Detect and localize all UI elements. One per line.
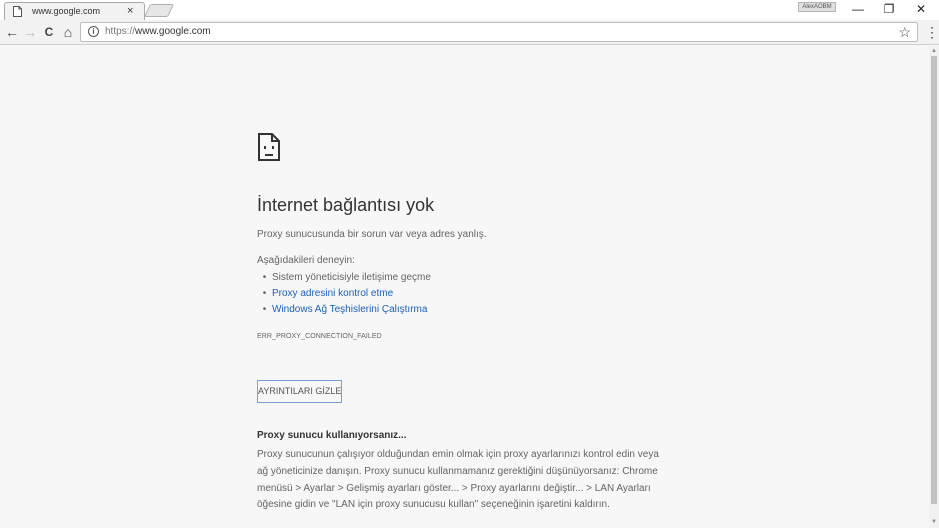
bullet: • <box>262 304 267 315</box>
sad-page-icon <box>258 133 280 161</box>
forward-icon[interactable]: → <box>21 23 39 41</box>
scroll-up-icon[interactable]: ▲ <box>931 48 937 54</box>
back-icon[interactable]: ← <box>3 23 21 41</box>
error-page: İnternet bağlantısı yok Proxy sunucusund… <box>0 46 929 528</box>
bullet: • <box>262 272 267 283</box>
scrollbar[interactable]: ▲ ▼ <box>929 46 939 528</box>
profile-button[interactable]: AlexAOBM <box>798 2 836 12</box>
title-bar: www.google.com × AlexAOBM — ❐ ✕ <box>0 0 939 20</box>
url-host: www.google.com <box>135 26 211 37</box>
bookmark-star-icon[interactable]: ☆ <box>898 23 911 41</box>
tab-title: www.google.com <box>32 6 101 16</box>
bullet: • <box>262 288 267 299</box>
suggestion-contact-admin: Sistem yöneticisiyle iletişime geçme <box>272 272 431 283</box>
url-scheme: https:// <box>105 26 136 37</box>
list-item: • Sistem yöneticisiyle iletişime geçme <box>257 272 431 283</box>
proxy-help-text: öğesine gidin ve "LAN için proxy sunucus… <box>257 499 610 510</box>
error-code: ERR_PROXY_CONNECTION_FAILED <box>257 333 382 340</box>
network-diagnostics-link[interactable]: Windows Ağ Teşhislerini Çalıştırma <box>272 304 427 315</box>
proxy-help-text: ağ yöneticinize danışın. Proxy sunucu ku… <box>257 466 658 477</box>
restore-icon[interactable]: ❐ <box>874 0 904 18</box>
site-info-icon[interactable]: i <box>88 26 99 37</box>
toolbar: ← → C ⌂ i https://www.google.com ☆ ⋮ <box>0 20 939 45</box>
try-label: Aşağıdakileri deneyin: <box>257 255 355 266</box>
list-item: • Proxy adresini kontrol etme <box>257 288 393 299</box>
proxy-help-text: Proxy sunucunun çalışıyor olduğundan emi… <box>257 449 659 460</box>
minimize-icon[interactable]: — <box>843 0 873 18</box>
proxy-help-text: menüsü > Ayarlar > Gelişmiş ayarları gös… <box>257 483 651 494</box>
hide-details-button[interactable]: AYRINTILARI GİZLE <box>257 380 342 403</box>
menu-icon[interactable]: ⋮ <box>925 23 939 41</box>
error-heading: İnternet bağlantısı yok <box>257 195 435 215</box>
window-close-icon[interactable]: ✕ <box>906 0 936 18</box>
tab-google[interactable]: www.google.com × <box>4 2 145 20</box>
error-summary: Proxy sunucusunda bir sorun var veya adr… <box>257 229 487 240</box>
scroll-thumb[interactable] <box>931 56 937 504</box>
page-icon <box>13 6 22 17</box>
list-item: • Windows Ağ Teşhislerini Çalıştırma <box>257 304 428 315</box>
scroll-down-icon[interactable]: ▼ <box>931 519 937 525</box>
url-text[interactable]: https://www.google.com <box>105 26 211 37</box>
home-icon[interactable]: ⌂ <box>59 23 77 41</box>
proxy-help-title: Proxy sunucu kullanıyorsanız... <box>257 430 407 441</box>
reload-icon[interactable]: C <box>40 23 58 41</box>
tab-close-icon[interactable]: × <box>127 4 133 18</box>
new-tab-button[interactable] <box>143 4 175 17</box>
check-proxy-link[interactable]: Proxy adresini kontrol etme <box>272 288 393 299</box>
address-bar[interactable]: i https://www.google.com ☆ <box>80 22 918 42</box>
